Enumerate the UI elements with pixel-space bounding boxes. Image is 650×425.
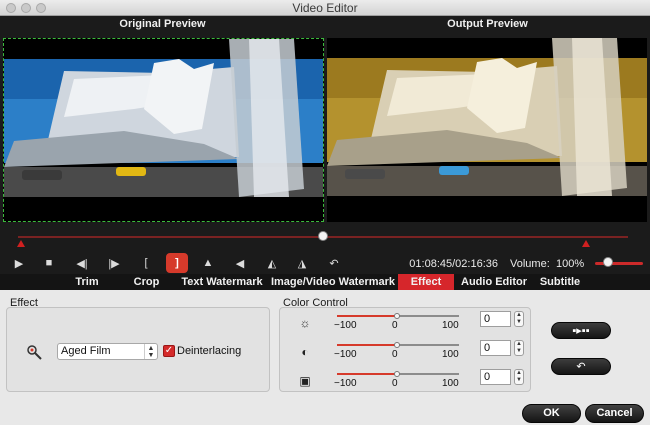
magic-wand-icon (27, 345, 42, 360)
contrast-mid-label: 0 (392, 349, 398, 360)
timeline-slider[interactable] (18, 231, 628, 241)
player-controls: ▶ ■ ◀| |▶ [ ] ▲ ◀ ◭ ◮ ↶ 01:08:45/02:16:3… (0, 252, 650, 274)
contrast-max-label: 100 (442, 349, 459, 360)
brightness-value-field[interactable]: 0 (480, 311, 511, 327)
apply-to-all-icon: ▪▸▪▪ (572, 325, 590, 337)
stop-icon: ■ (45, 257, 53, 269)
output-preview-image (327, 38, 647, 222)
tab-trim[interactable]: Trim (57, 274, 117, 290)
rotate-left-icon: ◭ (267, 257, 277, 270)
mark-out-icon: ] (175, 257, 179, 269)
undo-button[interactable]: ↶ (324, 254, 344, 272)
window-title: Video Editor (292, 1, 358, 15)
original-preview[interactable] (3, 38, 324, 222)
contrast-icon: ◐ (301, 345, 309, 359)
undo-icon: ↶ (329, 257, 339, 270)
saturation-slider-handle[interactable] (394, 371, 400, 377)
contrast-stepper[interactable]: ▲ ▼ (514, 340, 524, 356)
flip-vertical-button[interactable]: ▲ (198, 254, 218, 272)
flip-horizontal-button[interactable]: ◀ (230, 254, 250, 272)
reset-button[interactable]: ↶ (551, 358, 611, 375)
brightness-mid-label: 0 (392, 320, 398, 331)
volume-value: 100% (556, 258, 585, 270)
cancel-button[interactable]: Cancel (585, 404, 644, 423)
brightness-max-label: 100 (442, 320, 459, 331)
playhead-handle[interactable] (318, 231, 328, 241)
tab-image-video-watermark[interactable]: Image/Video Watermark (269, 274, 397, 290)
output-preview (327, 38, 647, 222)
volume-handle[interactable] (603, 257, 613, 267)
saturation-stepper[interactable]: ▲ ▼ (514, 369, 524, 385)
saturation-icon: ▣ (299, 374, 311, 388)
mark-out-button[interactable]: ] (166, 253, 188, 273)
saturation-value-field[interactable]: 0 (480, 369, 511, 385)
ok-button[interactable]: OK (522, 404, 581, 423)
play-icon: ▶ (14, 257, 24, 270)
rotate-right-button[interactable]: ◮ (292, 254, 312, 272)
stop-button[interactable]: ■ (39, 254, 59, 272)
brightness-min-label: −100 (334, 320, 357, 331)
saturation-min-label: −100 (334, 378, 357, 389)
volume-label: Volume: (510, 258, 550, 270)
previous-frame-button[interactable]: ◀| (72, 254, 92, 272)
contrast-slider-handle[interactable] (394, 342, 400, 348)
timecode: 01:08:45/02:16:36 (409, 258, 498, 270)
saturation-slider-fill (337, 373, 398, 375)
trim-start-marker[interactable] (17, 240, 25, 247)
contrast-min-label: −100 (334, 349, 357, 360)
tab-text-watermark[interactable]: Text Watermark (176, 274, 268, 290)
mark-in-icon: [ (144, 257, 148, 269)
brightness-slider-handle[interactable] (394, 313, 400, 319)
next-frame-button[interactable]: |▶ (104, 254, 124, 272)
contrast-value-field[interactable]: 0 (480, 340, 511, 356)
saturation-max-label: 100 (442, 378, 459, 389)
rotate-left-button[interactable]: ◭ (262, 254, 282, 272)
original-preview-label: Original Preview (119, 18, 206, 30)
editor-tabs: Trim Crop Text Watermark Image/Video Wat… (0, 274, 650, 290)
effect-filter-select[interactable]: Aged Film ▲ ▼ (57, 343, 158, 360)
output-preview-label: Output Preview (447, 18, 528, 30)
tab-effect[interactable]: Effect (398, 274, 454, 290)
select-arrows-icon: ▲ ▼ (144, 344, 157, 359)
brightness-stepper[interactable]: ▲ ▼ (514, 311, 524, 327)
flip-vertical-icon: ▲ (202, 257, 214, 269)
effect-filter-value: Aged Film (61, 345, 111, 357)
reset-icon: ↶ (576, 361, 586, 373)
mark-in-button[interactable]: [ (136, 254, 156, 272)
deinterlacing-checkbox[interactable]: ✓ (163, 345, 175, 357)
title-bar: Video Editor (0, 0, 650, 16)
previous-frame-icon: ◀| (76, 257, 88, 270)
tab-audio-editor[interactable]: Audio Editor (455, 274, 533, 290)
tab-subtitle[interactable]: Subtitle (534, 274, 586, 290)
saturation-mid-label: 0 (392, 378, 398, 389)
flip-horizontal-icon: ◀ (235, 257, 245, 270)
tab-crop[interactable]: Crop (118, 274, 175, 290)
trim-end-marker[interactable] (582, 240, 590, 247)
rotate-right-icon: ◮ (297, 257, 307, 270)
deinterlacing-label: Deinterlacing (177, 345, 242, 357)
play-button[interactable]: ▶ (9, 254, 29, 272)
original-preview-image (4, 39, 323, 221)
apply-to-all-button[interactable]: ▪▸▪▪ (551, 322, 611, 339)
brightness-slider-fill (337, 315, 398, 317)
sun-icon: ☼ (299, 316, 311, 330)
contrast-slider-fill (337, 344, 398, 346)
next-frame-icon: |▶ (108, 257, 120, 270)
